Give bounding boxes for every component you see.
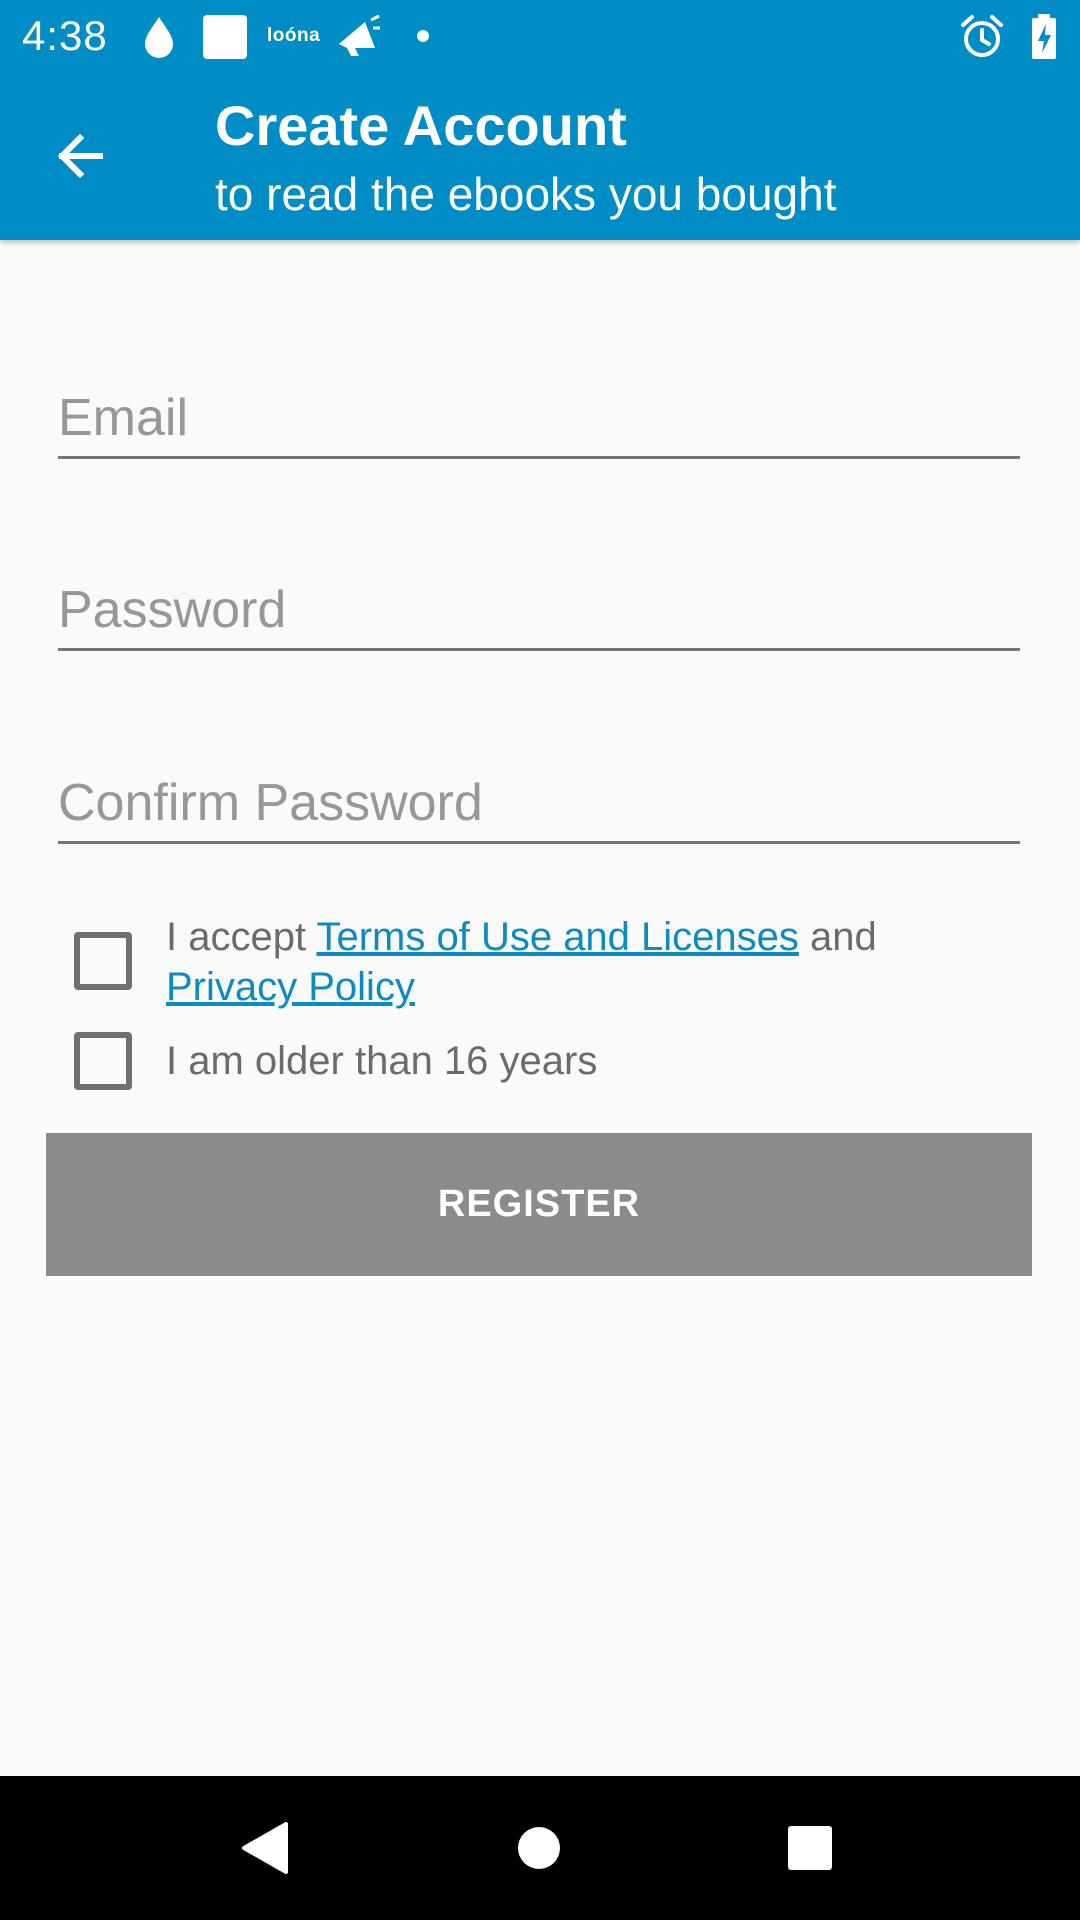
terms-label: I accept Terms of Use and Licenses and Pr…	[166, 912, 1026, 1012]
email-field-container	[58, 386, 1020, 459]
email-field[interactable]	[58, 386, 1020, 450]
home-circle-icon	[518, 1827, 560, 1869]
terms-middle-text: and	[798, 915, 877, 959]
nav-back-button[interactable]	[195, 1776, 335, 1920]
terms-prefix-text: I accept	[166, 915, 317, 959]
register-button[interactable]: REGISTER	[46, 1133, 1032, 1276]
battery-charging-icon	[1032, 14, 1056, 59]
age-label: I am older than 16 years	[166, 1039, 598, 1083]
privacy-policy-link[interactable]: Privacy Policy	[166, 965, 415, 1009]
square-app-icon	[203, 15, 247, 59]
water-drop-icon	[145, 17, 173, 58]
loona-app-icon: loóna	[267, 25, 321, 46]
alarm-icon	[961, 15, 1003, 57]
password-field-container	[58, 578, 1020, 651]
arrow-left-icon	[57, 133, 103, 179]
status-bar: 4:38 loóna	[0, 0, 1080, 72]
confirm-password-field-container	[58, 771, 1020, 844]
password-field[interactable]	[58, 578, 1020, 642]
age-checkbox[interactable]	[74, 1032, 132, 1090]
terms-of-use-link[interactable]: Terms of Use and Licenses	[316, 915, 798, 959]
page-title: Create Account	[215, 94, 627, 157]
status-time: 4:38	[22, 12, 108, 59]
recents-square-icon	[788, 1826, 832, 1870]
back-triangle-icon	[242, 1822, 288, 1874]
page-subtitle: to read the ebooks you bought	[215, 168, 837, 220]
terms-checkbox[interactable]	[74, 932, 132, 990]
confirm-password-field[interactable]	[58, 771, 1020, 835]
nav-home-button[interactable]	[469, 1776, 609, 1920]
navigation-bar	[0, 1776, 1080, 1920]
nav-recents-button[interactable]	[740, 1776, 880, 1920]
back-button[interactable]	[40, 116, 120, 196]
dot-icon	[417, 30, 429, 42]
megaphone-icon	[339, 14, 380, 56]
app-bar: Create Account to read the ebooks you bo…	[0, 72, 1080, 240]
